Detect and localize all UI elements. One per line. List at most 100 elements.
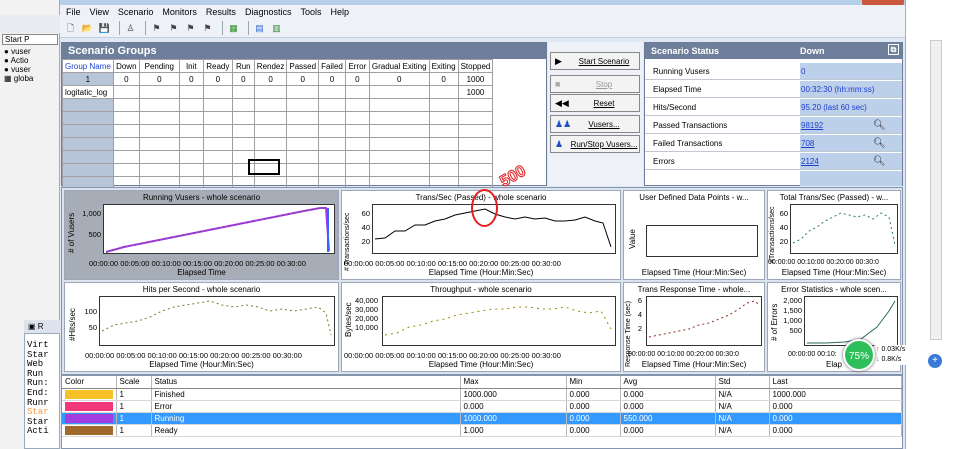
ytick: 500 [789, 326, 802, 335]
failed-transactions-link[interactable]: 708 [800, 135, 902, 151]
tree-item-vuser2[interactable]: ● vuser [4, 65, 31, 74]
network-meter[interactable]: 75% [843, 339, 875, 371]
run-stop-icon: ♟ [555, 138, 564, 149]
legend-row-running[interactable]: 1 Running 1000.000 0.000 550.000 N/A 0.0… [62, 412, 902, 425]
table-cell: 0 [368, 72, 430, 86]
legend-cell: 1000.000 [769, 388, 902, 401]
new-icon[interactable]: 🗋 [64, 22, 77, 35]
col-down[interactable]: Down [112, 59, 140, 73]
menu-view[interactable]: View [90, 7, 109, 17]
col-exiting[interactable]: Exiting [428, 59, 459, 73]
ytick: 6 [637, 296, 642, 305]
analysis-icon[interactable]: ▤ [253, 22, 266, 35]
col-gradual-exiting[interactable]: Gradual Exiting [368, 59, 430, 73]
col-last[interactable]: Last [769, 376, 902, 389]
menu-file[interactable]: File [66, 7, 81, 17]
col-status[interactable]: Status [151, 376, 461, 389]
stop-vusers-icon[interactable]: ⚑ [184, 22, 197, 35]
plot-area [804, 296, 898, 346]
col-group-name[interactable]: Group Name [62, 59, 114, 73]
xticks: 00:00:00 00:05:00 00:10:00 00:15:00 00:2… [85, 351, 302, 360]
graph-xlabel: Elapsed Time (Hour:Min:Sec) [428, 268, 534, 277]
menu-results[interactable]: Results [206, 7, 236, 17]
menu-monitors[interactable]: Monitors [162, 7, 197, 17]
ytick: 4 [637, 310, 642, 319]
plot-area [99, 296, 335, 346]
gradual-icon[interactable]: ⚑ [167, 22, 180, 35]
table-row[interactable]: 1 0 0 0 0 0 0 0 0 0 0 0 1000 [62, 72, 494, 86]
detach-icon[interactable]: ⧉ [888, 44, 899, 55]
magnifier-icon[interactable]: 🔍︎ [873, 156, 886, 167]
legend-row-finished[interactable]: 1 Finished 1000.000 0.000 0.000 N/A 1000… [62, 388, 902, 401]
legend-row-ready[interactable]: 1 Ready 1.000 0.000 0.000 N/A 0.000 [62, 424, 902, 437]
start-scenario-button[interactable]: ▶ Start Scenario [550, 52, 640, 70]
col-std[interactable]: Std [715, 376, 770, 389]
legend-row-error[interactable]: 1 Error 0.000 0.000 0.000 N/A 0.000 [62, 400, 902, 413]
tree-item-vuser[interactable]: ● vuser [4, 47, 31, 56]
graph-running-vusers[interactable]: Running Vusers - whole scenario # of Vus… [64, 190, 339, 280]
col-ready[interactable]: Ready [202, 59, 233, 73]
col-avg[interactable]: Avg [620, 376, 716, 389]
menu-diagnostics[interactable]: Diagnostics [245, 7, 292, 17]
vusers-button[interactable]: ♟♟ Vusers... [550, 115, 640, 133]
menu-scenario[interactable]: Scenario [118, 7, 154, 17]
graph-title: User Defined Data Points - w... [639, 193, 749, 202]
col-error[interactable]: Error [344, 59, 370, 73]
stop-button[interactable]: ■ Stop [550, 75, 640, 93]
status-row-elapsed: Elapsed Time 00:32:30 (hh:mm:ss) [645, 81, 902, 98]
run-icon[interactable]: ⚑ [150, 22, 163, 35]
graph-throughput[interactable]: Throughput - whole scenario Bytes/sec 40… [341, 282, 621, 372]
vuser-icon[interactable]: ♙ [124, 22, 137, 35]
legend-cell: Ready [151, 424, 461, 437]
legend-cell: N/A [715, 412, 770, 425]
col-passed[interactable]: Passed [286, 59, 320, 73]
col-max[interactable]: Max [460, 376, 567, 389]
col-rendez[interactable]: Rendez [253, 59, 288, 73]
plot-area [382, 296, 616, 346]
graph-user-defined[interactable]: User Defined Data Points - w... Value El… [623, 190, 765, 280]
graph-total-trans[interactable]: Total Trans/Sec (Passed) - w... #Transac… [767, 190, 901, 280]
magnifier-icon[interactable]: 🔍︎ [873, 138, 886, 149]
hits-chart [101, 300, 332, 336]
monitor-icon[interactable]: ▥ [270, 22, 283, 35]
save-icon[interactable]: 💾 [98, 22, 111, 35]
col-stopped[interactable]: Stopped [457, 59, 494, 73]
menu-help[interactable]: Help [330, 7, 349, 17]
tree-item-action[interactable]: ● Actio [4, 56, 28, 65]
tree-item-global[interactable]: ▦ globa [4, 74, 33, 83]
scenario-status-header: Scenario Status Down ⧉ [645, 43, 902, 59]
col-min[interactable]: Min [566, 376, 621, 389]
col-scale[interactable]: Scale [116, 376, 152, 389]
graph-trans-response[interactable]: Trans Response Time - whole... Response … [623, 282, 765, 372]
table-cell: 0 [344, 72, 370, 86]
table-row[interactable]: logitatic_log 1000 [62, 85, 494, 99]
ytick: 1,500 [783, 306, 802, 315]
graph-icon[interactable]: ▦ [227, 22, 240, 35]
scenario-controls: ▶ Start Scenario ■ Stop ◀◀ Reset ♟♟ Vusers..… [548, 42, 643, 186]
menu-tools[interactable]: Tools [300, 7, 321, 17]
errors-link[interactable]: 2124 [800, 153, 902, 169]
passed-transactions-link[interactable]: 98192 [800, 117, 902, 133]
reset-icon[interactable]: ⚑ [201, 22, 214, 35]
plus-icon[interactable]: + [928, 354, 942, 368]
table-cell: 1000 [457, 85, 494, 99]
legend-cell: 0.000 [620, 400, 716, 413]
open-icon[interactable]: 📂 [81, 22, 94, 35]
legend-cell: 1 [116, 412, 152, 425]
legend-cell: 0.000 [769, 400, 902, 413]
col-init[interactable]: Init [178, 59, 204, 73]
output-tab[interactable]: ▣ R [24, 320, 60, 334]
legend-cell: 0.000 [566, 424, 621, 437]
col-failed[interactable]: Failed [318, 59, 346, 73]
col-pending[interactable]: Pending [138, 59, 180, 73]
col-color[interactable]: Color [62, 376, 117, 389]
graph-hits[interactable]: Hits per Second - whole scenario #Hits/s… [64, 282, 339, 372]
graph-ylabel: Bytes/sec [344, 302, 353, 337]
magnifier-icon[interactable]: 🔍︎ [873, 120, 886, 131]
scrollbar[interactable] [930, 40, 942, 340]
run-stop-vusers-button[interactable]: ♟ Run/Stop Vusers... [550, 135, 640, 153]
start-tab[interactable]: Start P [2, 34, 58, 45]
reset-button[interactable]: ◀◀ Reset [550, 94, 640, 112]
col-run[interactable]: Run [231, 59, 255, 73]
legend-cell: Finished [151, 388, 461, 401]
